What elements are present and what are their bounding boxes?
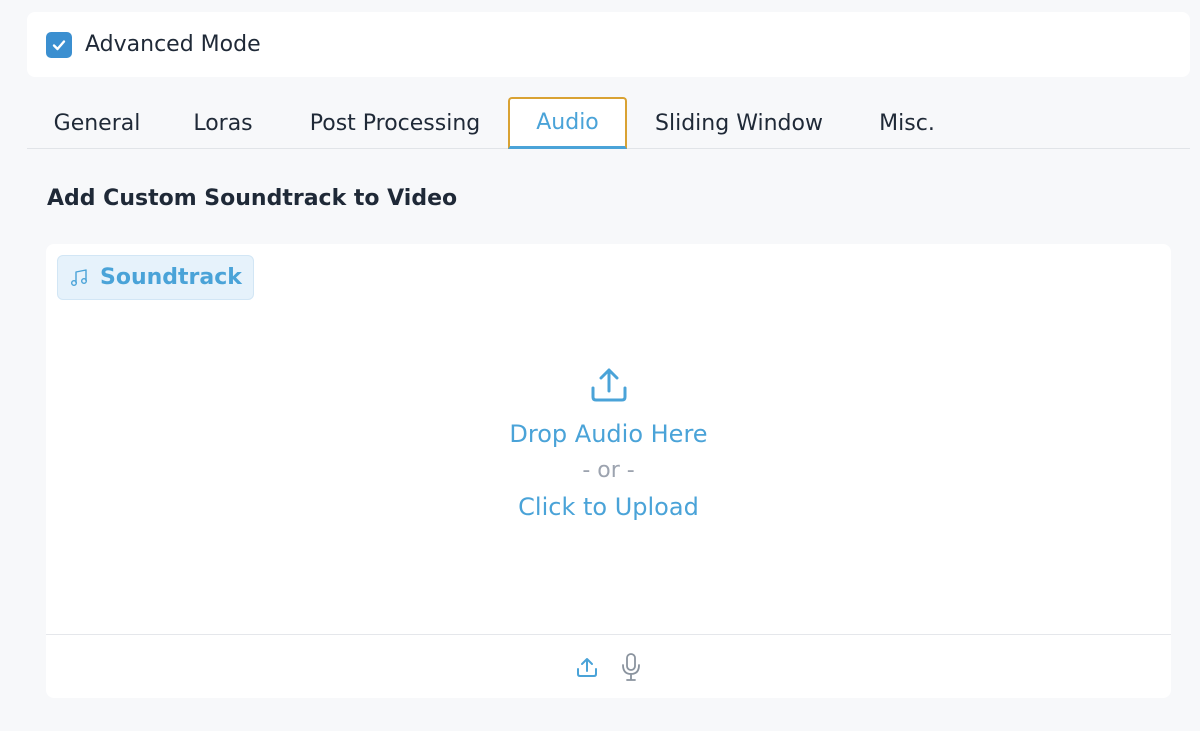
check-icon (52, 39, 66, 50)
click-to-upload-text[interactable]: Click to Upload (518, 493, 699, 521)
upload-icon (576, 657, 597, 677)
soundtrack-label-badge: Soundtrack (57, 255, 254, 300)
tab-sliding-window[interactable]: Sliding Window (640, 97, 838, 149)
upload-icon (591, 368, 626, 402)
audio-settings-page: Advanced Mode General Loras Post Process… (0, 0, 1200, 731)
advanced-mode-card: Advanced Mode (27, 12, 1190, 77)
advanced-mode-checkbox[interactable] (46, 31, 72, 58)
settings-tabs: General Loras Post Processing Audio Slid… (27, 97, 1190, 149)
or-separator-text: - or - (582, 458, 635, 483)
tab-general[interactable]: General (36, 97, 158, 149)
tab-audio[interactable]: Audio (508, 97, 627, 149)
audio-source-toolbar (46, 634, 1171, 698)
microphone-source-button[interactable] (618, 652, 644, 682)
drop-audio-text: Drop Audio Here (509, 420, 708, 448)
tab-loras[interactable]: Loras (178, 97, 268, 149)
tab-misc[interactable]: Misc. (861, 97, 953, 149)
tab-post-processing[interactable]: Post Processing (295, 97, 495, 149)
upload-source-button[interactable] (574, 652, 600, 682)
advanced-mode-label[interactable]: Advanced Mode (85, 32, 261, 57)
soundtrack-audio-input: Soundtrack Drop Audio Here - or - Click … (46, 244, 1171, 698)
audio-drop-zone[interactable]: Drop Audio Here - or - Click to Upload (46, 314, 1171, 634)
soundtrack-label: Soundtrack (100, 265, 242, 290)
microphone-icon (621, 652, 640, 681)
music-note-icon (71, 268, 87, 286)
section-title: Add Custom Soundtrack to Video (47, 186, 458, 211)
